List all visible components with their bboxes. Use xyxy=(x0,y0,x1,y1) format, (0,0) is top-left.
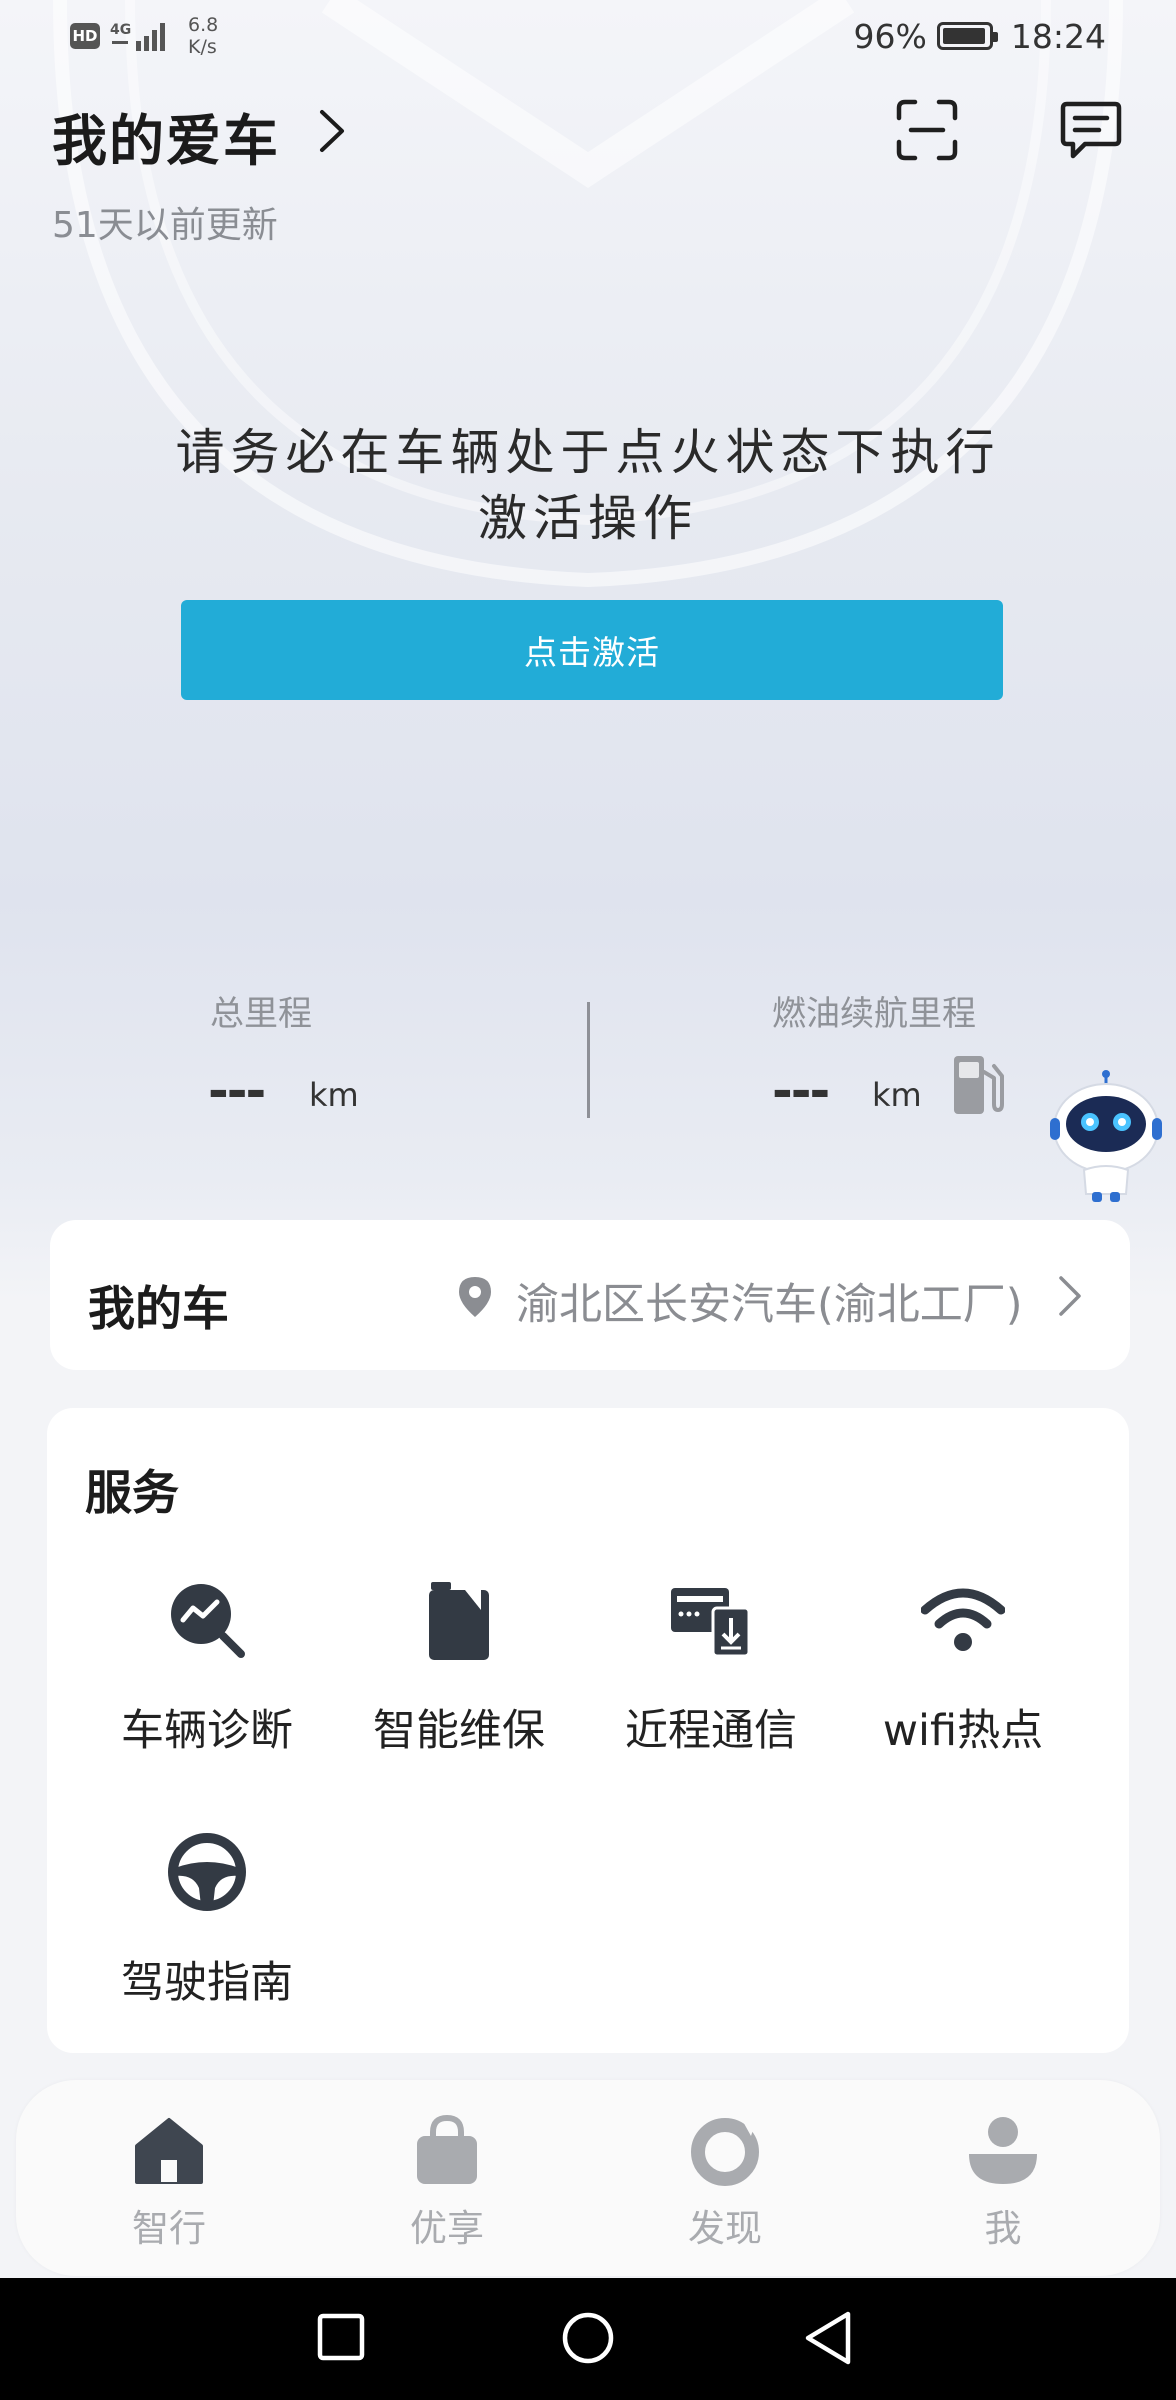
signal-icon: 4G xyxy=(110,22,165,51)
home-icon xyxy=(135,2118,203,2184)
chevron-right-icon xyxy=(1059,1276,1081,1316)
fuel-range-value: --- xyxy=(772,1062,830,1120)
tab-enjoy[interactable]: 优享 xyxy=(347,2114,547,2254)
profile-icon xyxy=(969,2117,1037,2184)
chevron-right-icon[interactable] xyxy=(312,104,352,158)
diagnostics-icon xyxy=(171,1584,245,1658)
tab-label: 我 xyxy=(984,2207,1022,2250)
tab-label: 发现 xyxy=(688,2207,762,2250)
speed-unit: K/s xyxy=(188,36,217,58)
network-speed: 6.8 K/s xyxy=(188,14,218,58)
activation-message: 请务必在车辆处于点火状态下执行激活操作 xyxy=(175,424,1001,547)
activate-button[interactable]: 点击激活 xyxy=(181,600,1003,700)
back-icon[interactable] xyxy=(800,2308,860,2368)
clock: 18:24 xyxy=(1010,16,1106,56)
steering-wheel-icon xyxy=(168,1833,246,1911)
service-label: 近程通信 xyxy=(625,1706,797,1756)
total-mileage-unit: km xyxy=(309,1076,359,1114)
service-label: 智能维保 xyxy=(373,1706,545,1756)
recent-apps-icon[interactable] xyxy=(312,2308,372,2368)
total-mileage-value: --- xyxy=(208,1062,266,1120)
speed-value: 6.8 xyxy=(188,14,219,36)
status-right: 96% 18:24 xyxy=(854,14,1106,58)
bottom-tab-bar: 智行 优享 发现 我 xyxy=(16,2080,1160,2276)
tab-me[interactable]: 我 xyxy=(903,2114,1103,2254)
my-car-card[interactable]: 我的车 渝北区长安汽车(渝北工厂) xyxy=(50,1220,1130,1370)
status-left: HD 4G 6.8 K/s xyxy=(70,14,218,58)
discover-icon xyxy=(691,2118,759,2186)
near-field-comm-icon xyxy=(671,1588,751,1658)
status-bar: HD 4G 6.8 K/s 96% 18:24 xyxy=(0,0,1176,72)
maintenance-icon xyxy=(429,1582,489,1660)
service-label: wifi热点 xyxy=(882,1706,1044,1756)
wifi-icon xyxy=(921,1588,1005,1651)
system-nav-bar xyxy=(0,2278,1176,2400)
tab-discover[interactable]: 发现 xyxy=(625,2114,825,2254)
scan-icon[interactable] xyxy=(895,98,959,162)
my-car-title: 我的车 xyxy=(88,1282,229,1337)
battery-fill xyxy=(942,28,986,44)
service-label: 驾驶指南 xyxy=(121,1958,293,2008)
battery-percent: 96% xyxy=(853,16,927,56)
network-type: 4G xyxy=(110,22,131,38)
service-wifi-hotspot[interactable]: wifi热点 xyxy=(853,1578,1073,1778)
shopping-bag-icon xyxy=(417,2114,477,2184)
mileage-divider xyxy=(587,1002,590,1118)
fuel-pump-icon xyxy=(954,1056,1004,1114)
location-pin-icon xyxy=(459,1277,491,1317)
tab-smart-drive[interactable]: 智行 xyxy=(69,2114,269,2254)
service-vehicle-diagnostics[interactable]: 车辆诊断 xyxy=(97,1578,317,1778)
app-screen: HD 4G 6.8 K/s 96% 18:24 我的爱车 51天以前更新 请务必… xyxy=(0,0,1176,2278)
service-label: 车辆诊断 xyxy=(121,1706,293,1756)
service-driving-guide[interactable]: 驾驶指南 xyxy=(97,1830,317,2030)
services-title: 服务 xyxy=(85,1466,179,1521)
service-smart-maintenance[interactable]: 智能维保 xyxy=(349,1578,569,1778)
tab-label: 优享 xyxy=(410,2207,484,2250)
last-updated: 51天以前更新 xyxy=(52,205,278,246)
fuel-range-unit: km xyxy=(872,1076,922,1114)
battery-icon xyxy=(936,22,998,50)
page-title[interactable]: 我的爱车 xyxy=(52,96,280,176)
home-button-icon[interactable] xyxy=(558,2308,618,2368)
message-icon[interactable] xyxy=(1059,98,1123,162)
assistant-robot-icon[interactable] xyxy=(1046,1070,1166,1204)
total-mileage-label: 总里程 xyxy=(210,994,312,1034)
car-location: 渝北区长安汽车(渝北工厂) xyxy=(516,1280,1023,1330)
service-near-field-comm[interactable]: 近程通信 xyxy=(601,1578,821,1778)
hd-badge: HD xyxy=(70,23,100,49)
tab-label: 智行 xyxy=(132,2207,206,2250)
mileage-panel: 总里程 --- km 燃油续航里程 --- km xyxy=(0,980,1176,1130)
services-card: 服务 车辆诊断 智能维保 近程通信 wifi热点 驾驶指南 xyxy=(47,1408,1129,2053)
fuel-range-label: 燃油续航里程 xyxy=(772,994,976,1034)
